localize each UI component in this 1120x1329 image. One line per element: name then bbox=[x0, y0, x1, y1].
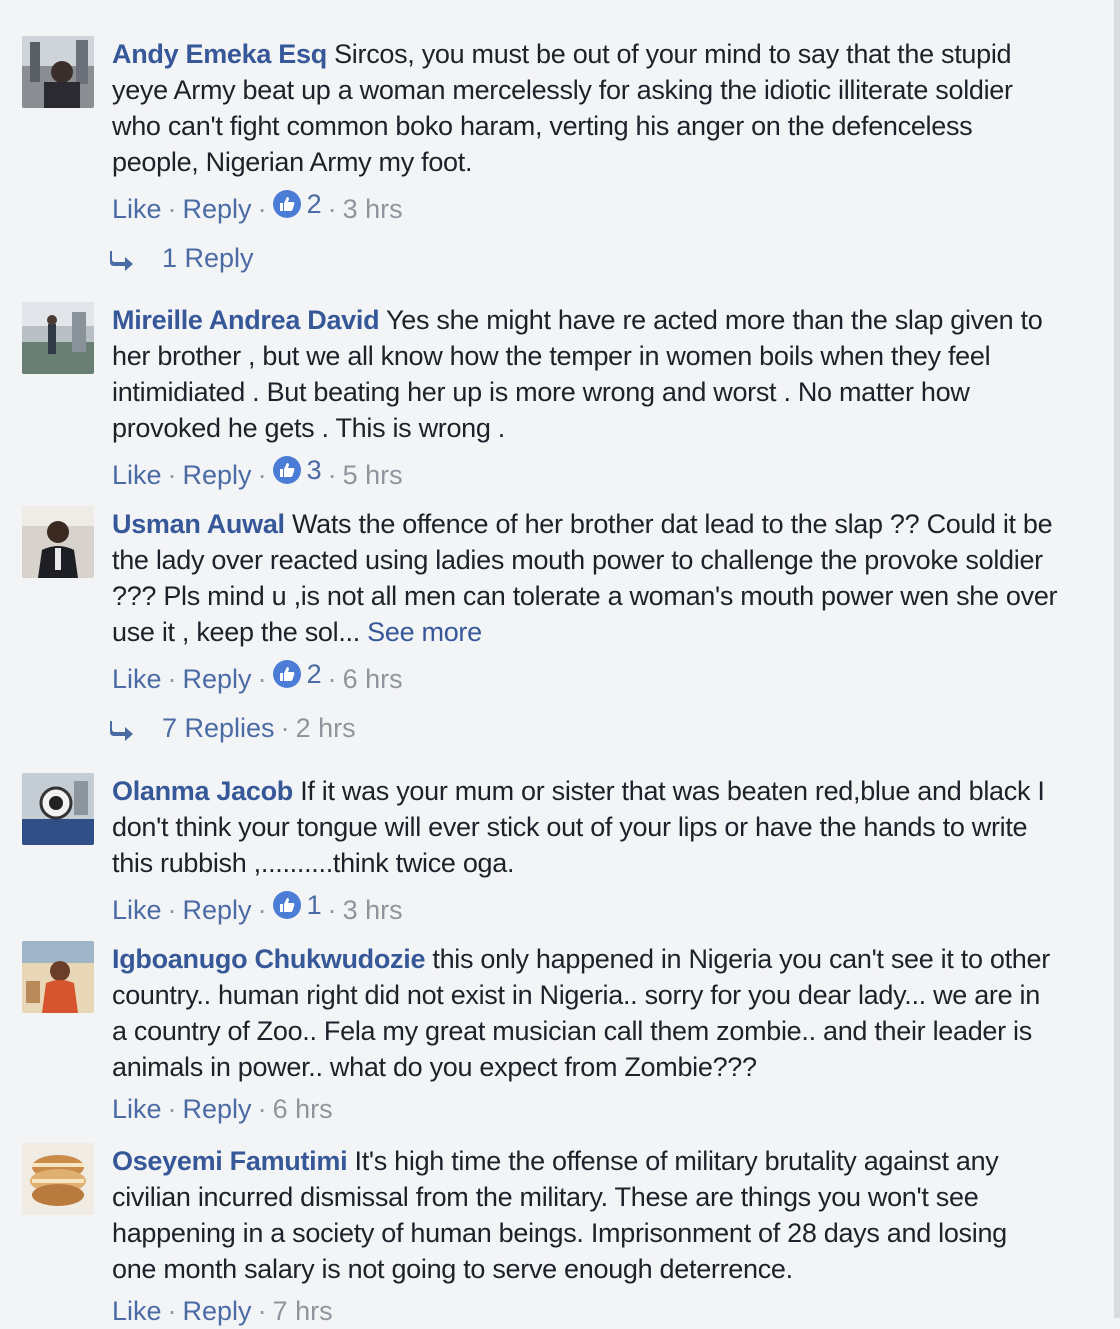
comment-author[interactable]: Igboanugo Chukwudozie bbox=[112, 944, 425, 974]
like-count[interactable]: 2 bbox=[272, 186, 322, 222]
avatar[interactable] bbox=[22, 941, 94, 1013]
like-link[interactable]: Like bbox=[112, 460, 162, 490]
replies-link[interactable]: 1 Reply bbox=[162, 243, 254, 273]
reply-arrow-icon bbox=[110, 250, 133, 271]
thumbs-up-icon bbox=[272, 891, 301, 919]
comment-actions: Like · Reply · 3 · 5 hrs bbox=[112, 452, 1058, 493]
comment-author[interactable]: Mireille Andrea David bbox=[112, 305, 380, 335]
comment-author[interactable]: Usman Auwal bbox=[112, 509, 285, 539]
like-link[interactable]: Like bbox=[112, 194, 162, 224]
like-count[interactable]: 1 bbox=[272, 887, 322, 923]
like-link[interactable]: Like bbox=[112, 1094, 162, 1124]
thumbs-up-icon bbox=[272, 456, 301, 484]
like-count[interactable]: 3 bbox=[272, 452, 322, 488]
comment-time: 5 hrs bbox=[342, 460, 403, 490]
comment-actions: Like · Reply · 1 · 3 hrs bbox=[112, 887, 1058, 928]
comment-actions: Like · Reply · 6 hrs bbox=[112, 1094, 333, 1124]
reply-link[interactable]: Reply bbox=[183, 1094, 252, 1124]
comment-author[interactable]: Andy Emeka Esq bbox=[112, 39, 327, 69]
reply-link[interactable]: Reply bbox=[183, 895, 252, 925]
avatar[interactable] bbox=[22, 506, 94, 578]
comment-actions: Like · Reply · 2 · 6 hrs bbox=[112, 656, 1058, 697]
avatar[interactable] bbox=[22, 302, 94, 374]
comment-time: 3 hrs bbox=[342, 895, 403, 925]
comment-time: 7 hrs bbox=[272, 1296, 333, 1326]
thumbs-up-icon bbox=[272, 660, 301, 688]
reply-arrow-icon bbox=[110, 720, 133, 741]
comment-time: 3 hrs bbox=[342, 194, 403, 224]
like-link[interactable]: Like bbox=[112, 895, 162, 925]
comment-feed: Andy Emeka Esq Sircos, you must be out o… bbox=[0, 0, 1120, 1326]
thumbs-up-icon bbox=[272, 190, 301, 218]
like-count[interactable]: 2 bbox=[272, 656, 322, 692]
comment-actions: Like · Reply · 7 hrs bbox=[112, 1296, 333, 1326]
reply-link[interactable]: Reply bbox=[183, 1296, 252, 1326]
view-replies[interactable]: 1 Reply bbox=[108, 240, 254, 276]
like-link[interactable]: Like bbox=[112, 1296, 162, 1326]
avatar[interactable] bbox=[22, 1143, 94, 1215]
see-more-link[interactable]: See more bbox=[367, 617, 482, 647]
comment-time: 6 hrs bbox=[342, 664, 403, 694]
reply-link[interactable]: Reply bbox=[183, 460, 252, 490]
view-replies[interactable]: 7 Replies · 2 hrs bbox=[108, 710, 356, 746]
comment-author[interactable]: Oseyemi Famutimi bbox=[112, 1146, 348, 1176]
like-link[interactable]: Like bbox=[112, 664, 162, 694]
avatar[interactable] bbox=[22, 773, 94, 845]
replies-time: 2 hrs bbox=[295, 713, 356, 743]
reply-link[interactable]: Reply bbox=[183, 664, 252, 694]
comment-actions: Like · Reply · 2 · 3 hrs bbox=[112, 186, 1058, 227]
reply-link[interactable]: Reply bbox=[183, 194, 252, 224]
replies-link[interactable]: 7 Replies bbox=[162, 713, 275, 743]
avatar[interactable] bbox=[22, 36, 94, 108]
comment-time: 6 hrs bbox=[272, 1094, 333, 1124]
comment-author[interactable]: Olanma Jacob bbox=[112, 776, 293, 806]
